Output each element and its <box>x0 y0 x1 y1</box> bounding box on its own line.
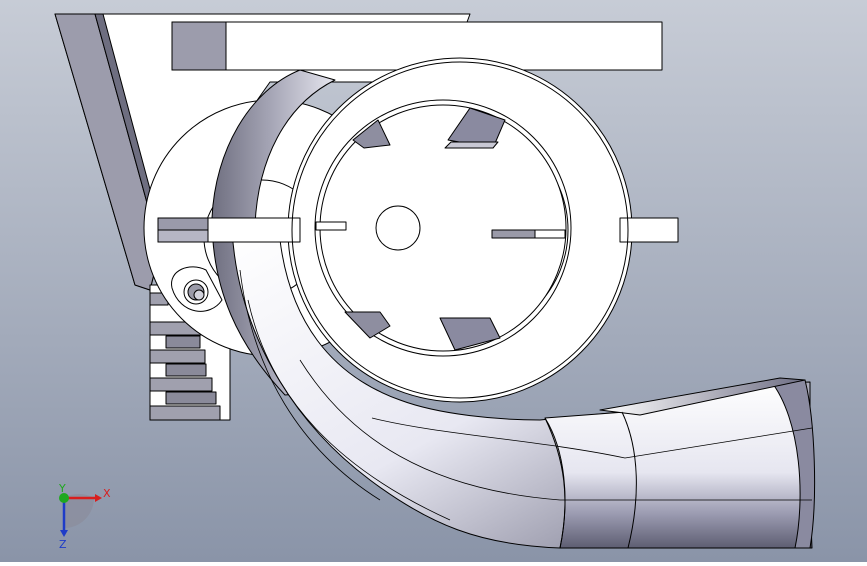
x-axis-label: X <box>103 487 111 500</box>
right-lug <box>619 217 679 243</box>
cad-viewport[interactable]: X Y Z <box>0 0 867 562</box>
y-axis-label: Y <box>58 482 66 495</box>
z-axis-label: Z <box>59 538 67 551</box>
top-flange[interactable] <box>171 21 663 71</box>
model-canvas[interactable]: X Y Z <box>0 0 867 562</box>
impeller-hub <box>375 205 421 251</box>
